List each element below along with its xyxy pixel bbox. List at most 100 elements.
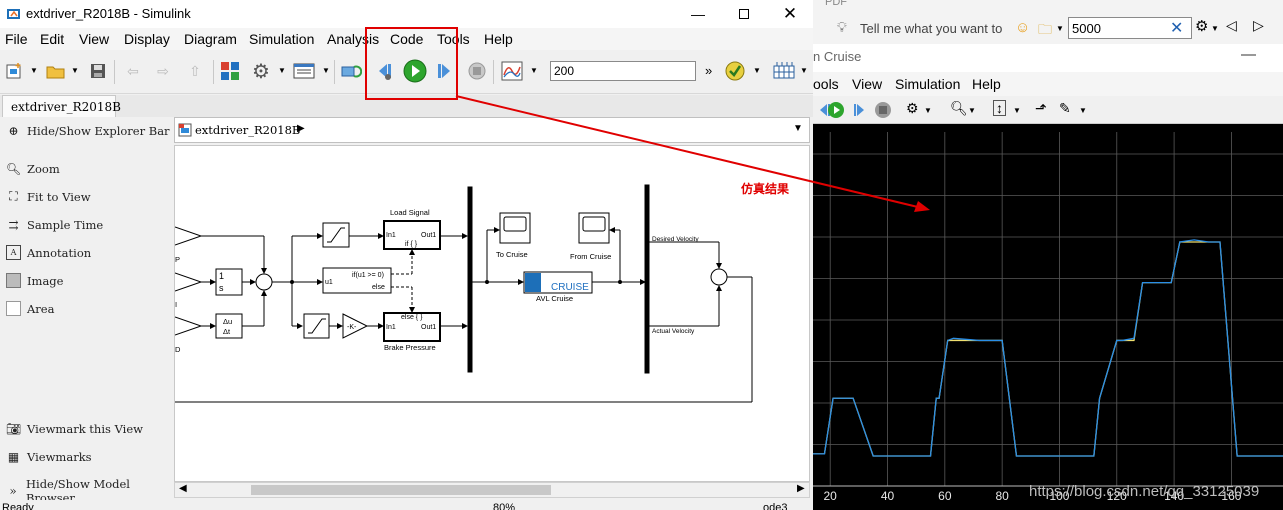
menu-edit[interactable]: Edit [40,31,64,47]
menu-diagram[interactable]: Diagram [184,31,237,47]
pdf-label: PDF [825,0,847,8]
sample-time-tool[interactable]: ⇉ Sample Time [6,217,103,232]
open-button[interactable] [45,60,67,82]
menu-analysis[interactable]: Analysis [327,31,379,47]
annotation-tool[interactable]: A Annotation [6,245,91,260]
model-canvas[interactable]: P I D 1 s Δu Δt Load Signal In1 Out1 if … [174,145,810,482]
derivative-num: Δu [223,317,232,326]
menu-file[interactable]: File [5,31,28,47]
step-forward-button[interactable] [434,60,456,82]
menu-code[interactable]: Code [390,31,423,47]
breadcrumb-dropdown-icon[interactable]: ▼ [793,123,803,134]
scope-settings-dropdown-icon[interactable]: ▼ [924,106,932,115]
toolbar-separator [213,60,214,84]
scope-triggers-icon[interactable]: ⬏ [1035,100,1047,117]
scope-menu-view[interactable]: View [852,76,882,92]
tab-model[interactable]: extdriver_R2018B [2,95,121,117]
forward-button[interactable]: ⇨ [152,60,174,82]
scope-autoscale-icon[interactable]: ↕ [993,100,1006,116]
scope-menu-tools[interactable]: ools [813,76,839,92]
up-arrow-icon: ⇧ [189,62,201,79]
tell-me-box[interactable]: Tell me what you want to [860,21,1002,36]
simulink-window: extdriver_R2018B - Simulink — ✕ File Edi… [0,0,813,510]
fit-to-view-tool[interactable]: ⛶ Fit to View [6,189,90,204]
menu-help[interactable]: Help [484,31,513,47]
settings-dropdown-icon[interactable]: ▼ [278,66,286,75]
data-inspector-button[interactable] [501,60,523,82]
find-dropdown-icon[interactable]: ▼ [1056,24,1064,33]
status-zoom: 80% [493,502,516,510]
open-dropdown-icon[interactable]: ▼ [71,66,79,75]
scope-stop-icon[interactable] [874,101,892,119]
menu-simulation[interactable]: Simulation [249,31,314,47]
stop-button[interactable] [466,60,488,82]
area-icon [6,301,21,316]
clear-search-icon[interactable]: ✕ [1170,18,1183,38]
menu-view[interactable]: View [79,31,109,47]
scope-plot[interactable]: 20 40 60 80 100 120 140 160 https://blog.csdn.n… [813,124,1283,510]
lightbulb-icon: 💡︎ [837,19,847,35]
scope-play-icon[interactable] [827,101,845,119]
advisor-dropdown-icon[interactable]: ▼ [753,66,761,75]
model-settings-button[interactable]: ⚙ [250,60,272,83]
smiley-icon[interactable]: ☺ [1015,19,1030,36]
viewmarks-label: Viewmarks [27,449,92,464]
step-back-button[interactable] [373,60,395,82]
scope-measure-icon[interactable]: ✎ [1059,100,1071,117]
scope-settings-icon[interactable]: ⚙ [906,100,919,117]
next-result-icon[interactable]: ▷ [1253,17,1264,34]
area-tool[interactable]: Area [6,301,54,316]
new-model-button[interactable] [3,60,25,82]
brake-out1: Out1 [421,324,436,331]
scope-step-forward-icon[interactable] [851,101,869,119]
scope-zoom-icon[interactable]: 🔍︎ [950,100,968,117]
scroll-right-icon[interactable]: ▶ [797,483,805,494]
options-dropdown-icon[interactable]: ▼ [1211,24,1219,33]
avl-cruise-label: AVL Cruise [536,294,573,303]
horizontal-scrollbar[interactable]: ◀ ▶ [174,482,810,498]
gear-icon[interactable]: ⚙ [1195,17,1208,35]
close-button[interactable]: ✕ [767,0,813,28]
menu-tools[interactable]: Tools [437,31,470,47]
previous-result-icon[interactable]: ◁ [1226,17,1237,34]
new-model-icon [6,63,21,79]
to-cruise-label: To Cruise [496,250,528,259]
scope-menu-simulation[interactable]: Simulation [895,76,960,92]
library-browser-button[interactable] [219,60,241,82]
scroll-thumb[interactable] [251,485,551,495]
find-folder-icon[interactable]: 🗀 [1038,19,1052,43]
hide-show-explorer-bar[interactable]: ⊕ Hide/Show Explorer Bar [6,123,169,138]
model-advisor-button[interactable] [724,60,746,82]
scroll-left-icon[interactable]: ◀ [179,483,187,494]
image-tool[interactable]: Image [6,273,63,288]
viewmarks[interactable]: ▦ Viewmarks [6,449,92,464]
scope-zoom-dropdown-icon[interactable]: ▼ [968,106,976,115]
overflow-chevron-icon[interactable]: » [705,63,712,78]
status-ready: Ready [2,502,34,510]
refresh-button[interactable] [340,60,362,82]
up-button[interactable]: ⇧ [184,60,206,82]
scope-autoscale-dropdown-icon[interactable]: ▼ [1013,106,1021,115]
run-button[interactable] [402,58,428,84]
scope-minimize-icon[interactable]: — [1241,46,1256,63]
back-button[interactable]: ⇦ [122,60,144,82]
if-action-label: if { } [405,241,418,248]
minimize-button[interactable]: — [675,0,721,28]
build-button[interactable] [773,60,795,82]
viewmark-this-view[interactable]: 📷︎ Viewmark this View [6,421,143,436]
checkmark-icon [725,61,745,81]
model-explorer-button[interactable] [293,60,315,82]
scope-measure-dropdown-icon[interactable]: ▼ [1079,106,1087,115]
menu-display[interactable]: Display [124,31,170,47]
inspector-dropdown-icon[interactable]: ▼ [530,66,538,75]
zoom-tool[interactable]: 🔍︎ Zoom [6,161,60,176]
p-gain-label: P [175,255,180,264]
scope-menu-help[interactable]: Help [972,76,1001,92]
build-dropdown-icon[interactable]: ▼ [800,66,808,75]
explorer-dropdown-icon[interactable]: ▼ [322,66,330,75]
breadcrumb[interactable]: extdriver_R2018B [195,123,300,137]
save-button[interactable] [87,60,109,82]
new-dropdown-icon[interactable]: ▼ [30,66,38,75]
stop-time-input[interactable] [550,61,696,81]
maximize-button[interactable] [721,0,767,28]
